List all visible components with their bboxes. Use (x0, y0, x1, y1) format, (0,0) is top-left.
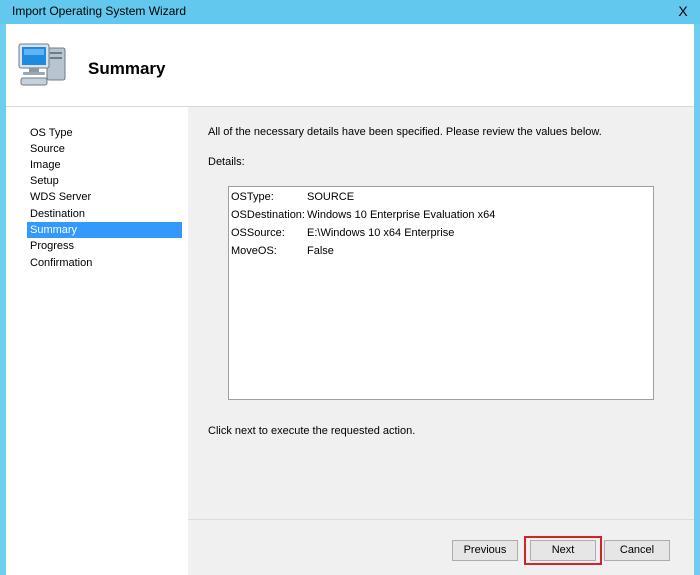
detail-value: E:\Windows 10 x64 Enterprise (307, 227, 455, 239)
detail-value: SOURCE (307, 191, 355, 203)
page-title: Summary (88, 59, 166, 78)
title-bar[interactable]: Import Operating System Wizard X (0, 0, 700, 24)
wizard-header: Summary (6, 24, 694, 106)
wizard-window: Import Operating System Wizard X Summary… (0, 0, 700, 575)
details-textbox[interactable]: OSType: SOURCE OSDestination: Windows 10… (228, 186, 654, 400)
close-icon[interactable]: X (666, 0, 700, 22)
details-label: Details: (208, 156, 245, 168)
step-confirmation: Confirmation (30, 257, 93, 269)
step-image: Image (30, 159, 61, 171)
window-title: Import Operating System Wizard (12, 4, 187, 18)
step-destination: Destination (30, 208, 86, 220)
step-summary: Summary (27, 222, 182, 238)
previous-button[interactable]: Previous (452, 540, 518, 561)
button-bar: Previous Next Cancel (188, 519, 694, 575)
wizard-body: Summary OS Type Source Image Setup WDS S… (6, 24, 694, 575)
step-setup: Setup (30, 175, 59, 187)
computer-icon (18, 43, 66, 86)
detail-value: Windows 10 Enterprise Evaluation x64 (307, 209, 496, 221)
next-button[interactable]: Next (530, 540, 596, 561)
step-wds-server: WDS Server (30, 191, 92, 203)
detail-key: OSDestination: (231, 209, 305, 221)
detail-key: OSSource: (231, 227, 285, 239)
detail-key: OSType: (231, 191, 274, 203)
intro-text: All of the necessary details have been s… (208, 126, 602, 138)
step-os-type: OS Type (30, 127, 73, 139)
cancel-button[interactable]: Cancel (604, 540, 670, 561)
step-progress: Progress (30, 240, 75, 252)
step-source: Source (30, 143, 65, 155)
detail-value: False (307, 245, 334, 257)
summary-panel: All of the necessary details have been s… (188, 106, 694, 520)
instruction-text: Click next to execute the requested acti… (208, 425, 416, 437)
detail-key: MoveOS: (231, 245, 277, 257)
wizard-steps: OS Type Source Image Setup WDS Server De… (6, 106, 188, 575)
